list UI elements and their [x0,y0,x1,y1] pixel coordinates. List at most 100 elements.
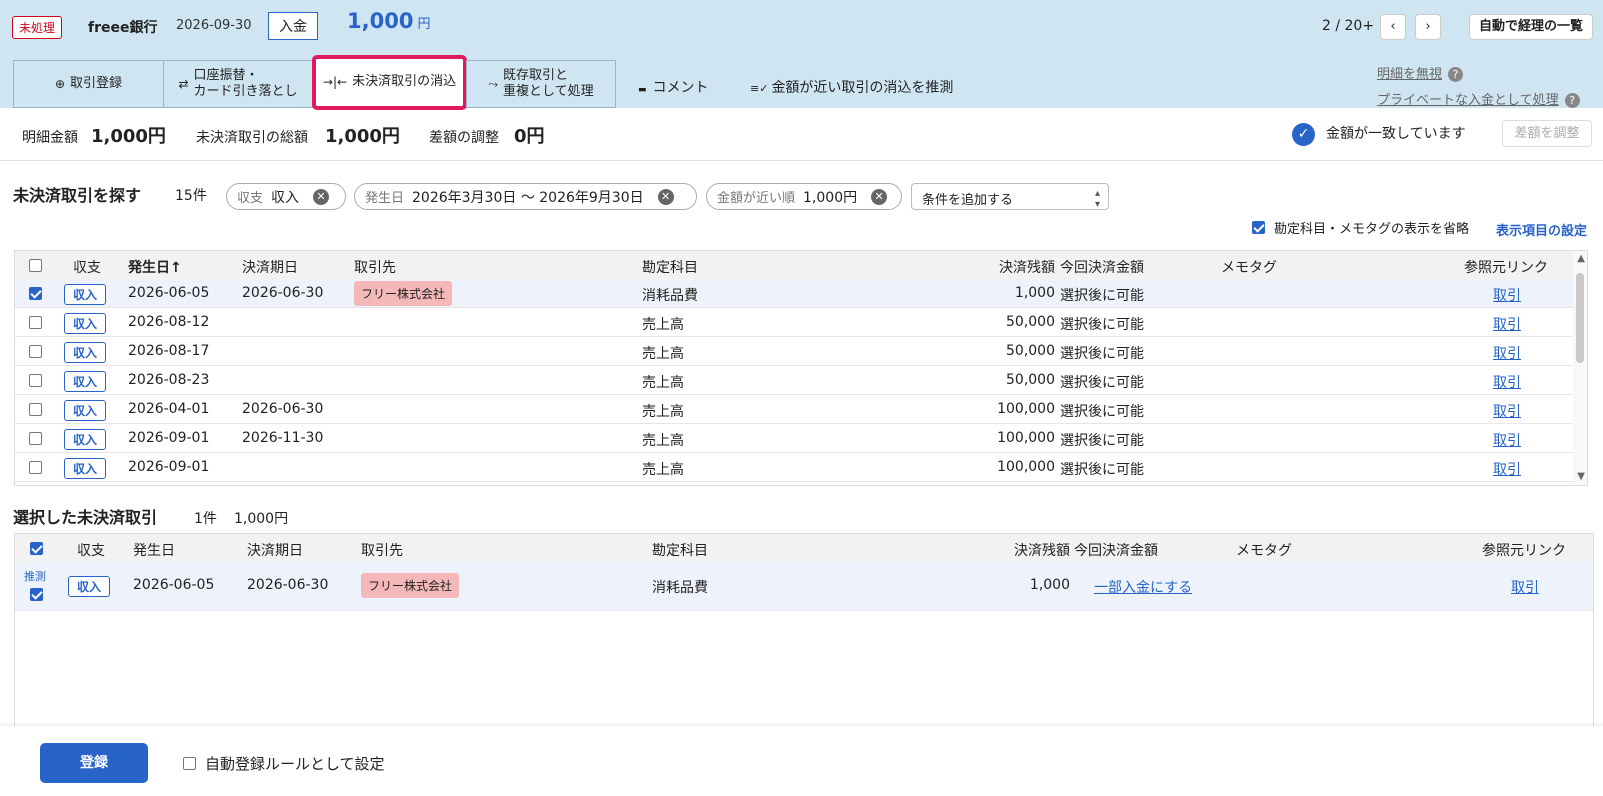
omit-display-option[interactable]: 勘定科目・メモタグの表示を省略 [1252,218,1469,237]
statement-date: 2026-09-30 [176,18,252,33]
col-memo: メモタグ [1236,543,1292,559]
row-checkbox[interactable] [30,586,43,602]
status-badge: 未処理 [12,16,63,39]
comment-link-text[interactable]: コメント [653,80,709,96]
filter-chip-type[interactable]: 収支 収入 ✕ [226,183,346,210]
row-checkbox[interactable] [29,314,42,330]
table-row[interactable]: 収入 2026-04-01 2026-06-30 売上高 100,000 選択後に可能 取引 [15,395,1587,424]
ref-link[interactable]: 取引 [1493,372,1521,392]
vendor-badge: フリー株式会社 [361,573,460,598]
ignore-statement-text[interactable]: 明細を無視 [1377,67,1442,82]
help-icon[interactable]: ? [1564,93,1580,108]
ref-link[interactable]: 取引 [1493,459,1521,479]
clear-filter-icon[interactable]: ✕ [657,188,674,205]
suggest-reconcile-link[interactable]: ≡✓ 金額が近い取引の消込を推測 [750,77,953,97]
col-balance: 決済残額 [1014,543,1070,559]
merge-icon: →|← [322,75,348,89]
comment-link[interactable]: ▬ コメント [638,77,709,97]
row-balance: 50,000 [1006,314,1055,330]
unsettled-total-label: 未決済取引の総額 [196,130,308,146]
table-row[interactable]: 収入 2026-08-12 売上高 50,000 選択後に可能 取引 [15,308,1587,337]
table-row[interactable]: 収入 2026-09-01 2026-11-30 売上高 100,000 選択後に可能 取引 [15,424,1587,453]
register-button[interactable]: 登録 [40,743,148,783]
row-account: 売上高 [642,462,684,478]
footer-bar: 登録 自動登録ルールとして設定 [0,726,1603,796]
row-checkbox[interactable] [29,401,42,417]
clear-filter-icon[interactable]: ✕ [871,188,888,205]
select-all-checkbox[interactable] [29,257,42,273]
ref-link[interactable]: 取引 [1493,430,1521,450]
clear-filter-icon[interactable]: ✕ [313,188,330,205]
scroll-up-icon[interactable]: ▲ [1577,253,1585,264]
private-deposit-text[interactable]: プライベートな入金として処理 [1377,93,1559,108]
unsettled-table: 収支 発生日↑ 決済期日 取引先 勘定科目 決済残額 今回決済金額 メモタグ 参… [14,250,1588,486]
detail-amount-value: 1,000円 [91,126,166,147]
difference-label: 差額の調整 [429,130,499,146]
ignore-statement-link[interactable]: 明細を無視? [1377,63,1464,82]
auto-bookkeeping-list-button[interactable]: 自動で経理の一覧 [1469,14,1593,40]
auto-rule-checkbox[interactable] [183,757,196,770]
filter-chip-date[interactable]: 発生日 2026年3月30日 〜 2026年9月30日 ✕ [354,183,697,210]
row-this-amount: 選択後に可能 [1060,317,1144,333]
col-date-label: 発生日 [128,260,170,276]
unsettled-total-value: 1,000円 [325,126,400,147]
row-this-amount: 選択後に可能 [1060,462,1144,478]
table-row[interactable]: 収入 2026-06-05 2026-06-30 フリー株式会社 消耗品費 1,000 選択… [15,279,1587,308]
ref-link[interactable]: 取引 [1493,314,1521,334]
row-this-amount: 選択後に可能 [1060,288,1144,304]
table-header: 収支 発生日↑ 決済期日 取引先 勘定科目 決済残額 今回決済金額 メモタグ 参… [15,251,1587,279]
tab-register-transaction[interactable]: ⊕ 取引登録 [13,60,164,108]
next-page-button[interactable]: › [1415,14,1441,40]
filter-chip-amount[interactable]: 金額が近い順 1,000円 ✕ [706,183,902,210]
prev-page-button[interactable]: ‹ [1380,14,1406,40]
display-settings-link[interactable]: 表示項目の設定 [1496,220,1587,239]
chip-value: 1,000円 [803,189,858,206]
auto-rule-option[interactable]: 自動登録ルールとして設定 [183,753,385,774]
table-scrollbar[interactable]: ▲ ▼ [1573,251,1587,485]
selected-section-title: 選択した未決済取引 [13,508,158,527]
ref-link[interactable]: 取引 [1493,401,1521,421]
table-row[interactable]: 収入 2026-08-23 売上高 50,000 選択後に可能 取引 [15,366,1587,395]
help-icon[interactable]: ? [1448,67,1464,82]
table-row[interactable]: 収入 2026-08-17 売上高 50,000 選択後に可能 取引 [15,337,1587,366]
row-checkbox[interactable] [29,372,42,388]
row-checkbox[interactable] [29,459,42,475]
adjust-difference-button[interactable]: 差額を調整 [1502,120,1592,147]
header: 未処理 freee銀行 2026-09-30 入金 1,000 円 2 / 20+… [0,0,1603,110]
tab-label-line2: 重複として処理 [502,84,594,99]
select-all-checkbox[interactable] [30,540,43,556]
add-condition-select[interactable]: 条件を追加する ▴ ▾ [911,183,1109,210]
deposit-type-badge: 入金 [268,12,318,40]
row-this-amount: 選択後に可能 [1060,346,1144,362]
pager-text: 2 / 20+ [1322,18,1375,34]
tab-duplicate-existing[interactable]: ⤳ 既存取引と 重複として処理 [466,60,616,108]
comment-icon: ▬ [638,85,647,95]
row-checkbox[interactable] [29,285,42,301]
tab-account-transfer[interactable]: ⇄ 口座振替・ カード引き落とし [163,60,313,108]
tab-reconcile-unsettled[interactable]: →|← 未決済取引の消込 [312,55,467,110]
row-checkbox[interactable] [29,343,42,359]
row-this-amount: 選択後に可能 [1060,433,1144,449]
row-checkbox[interactable] [29,430,42,446]
row-due: 2026-06-30 [242,401,324,417]
detail-amount-label: 明細金額 [22,130,78,146]
row-due: 2026-11-30 [242,430,324,446]
ref-link[interactable]: 取引 [1493,285,1521,305]
scroll-down-icon[interactable]: ▼ [1577,471,1585,482]
private-deposit-link[interactable]: プライベートな入金として処理? [1377,89,1580,108]
type-badge: 収入 [64,371,107,392]
type-badge: 収入 [64,284,107,305]
select-arrows-icon: ▴ ▾ [1094,188,1100,210]
row-balance: 100,000 [997,430,1055,446]
amount-value: 1,000 [347,9,414,33]
row-account: 消耗品費 [652,580,708,596]
col-date[interactable]: 発生日↑ [128,257,182,277]
ref-link[interactable]: 取引 [1511,577,1539,597]
partial-deposit-link[interactable]: 一部入金にする [1094,577,1192,597]
scroll-thumb[interactable] [1576,273,1584,363]
match-status-text: 金額が一致しています [1326,126,1466,142]
table-row[interactable]: 収入 2026-09-01 売上高 100,000 選択後に可能 取引 [15,453,1587,482]
omit-checkbox[interactable] [1252,221,1265,234]
ref-link[interactable]: 取引 [1493,343,1521,363]
selected-row[interactable]: 推測 収入 2026-06-05 2026-06-30 フリー株式会社 消耗品費… [15,562,1593,611]
